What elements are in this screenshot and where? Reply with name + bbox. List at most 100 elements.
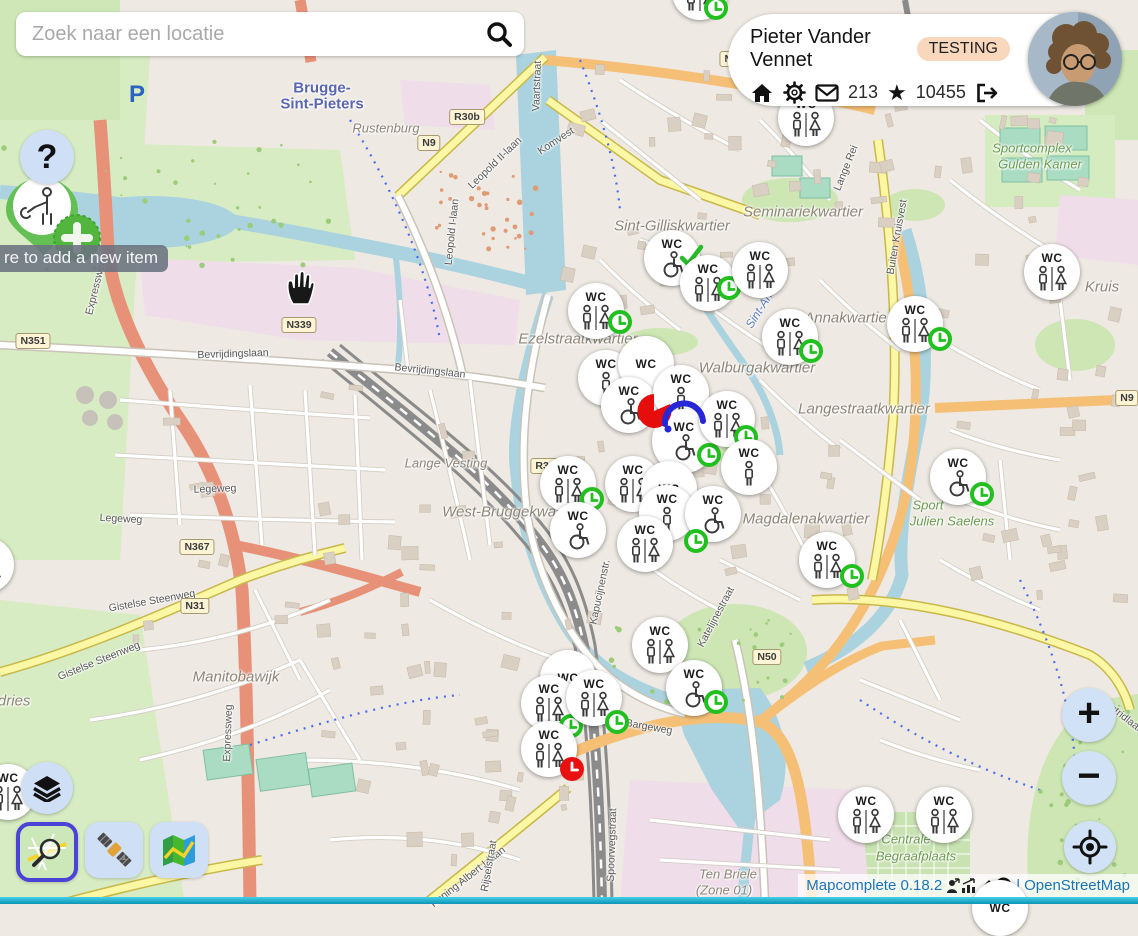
layers-icon [33, 775, 61, 802]
road-ref-badge: N9 [417, 135, 440, 151]
folded-map-icon [161, 833, 197, 867]
message-count: 213 [848, 82, 878, 103]
plus-icon: + [1077, 693, 1100, 733]
road-ref-badge: N50 [752, 649, 781, 665]
map-label: Ten Briele [699, 867, 757, 882]
map-label: Annakwartier [804, 310, 892, 327]
wc-marker-label: WC [657, 493, 678, 505]
wc-marker-label: WC [623, 464, 644, 476]
wc-marker-label: WC [905, 304, 926, 316]
help-label: ? [37, 138, 58, 177]
wc-marker-male-female[interactable]: WC [732, 242, 788, 298]
crosshair-icon [1072, 829, 1108, 865]
opening-hours-badge-clock-closed [559, 756, 585, 782]
map-label: Gulden Kamer [998, 157, 1082, 172]
wc-marker-label: WC [817, 540, 838, 552]
wc-marker-male-female[interactable]: WC [838, 787, 894, 843]
wc-marker-label: WC [934, 795, 955, 807]
wc-marker-label: WC [584, 678, 605, 690]
opening-hours-badge-clock-open [683, 528, 709, 554]
map-label: Lange Vesting [405, 456, 488, 471]
wc-marker-label: WC [539, 729, 560, 741]
wc-marker-label: WC [739, 447, 760, 459]
map-label: Seminariekwartier [743, 204, 863, 221]
wc-marker-male-female[interactable]: WC [916, 787, 972, 843]
map-label: Rustenburg [352, 121, 419, 136]
attribution-bar: Mapcomplete 0.18.2 | OpenStreetMap [798, 874, 1138, 897]
home-icon[interactable] [750, 82, 774, 104]
background-option-osm[interactable] [16, 822, 78, 882]
opening-hours-badge-clock-open [607, 309, 633, 335]
opening-hours-badge-clock-open [927, 326, 953, 352]
wc-marker-label: WC [780, 317, 801, 329]
wc-marker-label: WC [1042, 252, 1063, 264]
map-label: Langestraatkwartier [798, 401, 930, 418]
search-input[interactable] [16, 23, 484, 46]
arc-marker-blue[interactable] [658, 394, 710, 436]
map-label: Sportcomplex [992, 141, 1071, 156]
wc-marker-label: WC [671, 373, 692, 385]
background-option-map[interactable] [150, 822, 208, 878]
opening-hours-badge-clock-open [703, 0, 729, 21]
wc-marker-label: WC [539, 683, 560, 695]
map-label: Manitobawijk [193, 669, 280, 686]
wc-marker-label: WC [586, 291, 607, 303]
testing-badge: TESTING [917, 37, 1010, 61]
wc-marker-plain[interactable]: WC [972, 880, 1028, 936]
opening-hours-badge-clock-open [839, 563, 865, 589]
messages-icon[interactable] [815, 84, 839, 102]
gear-icon[interactable] [783, 81, 806, 104]
map-label: Sport [912, 498, 943, 513]
road-ref-badge: N367 [179, 539, 214, 555]
help-button[interactable]: ? [20, 130, 74, 184]
road-ref-badge: N339 [281, 317, 316, 333]
satellite-icon [95, 831, 133, 869]
geolocate-button[interactable] [1064, 821, 1116, 873]
wc-marker-male-female[interactable]: WC [1024, 244, 1080, 300]
opening-hours-badge-clock-open [696, 442, 722, 468]
app-version-link[interactable]: Mapcomplete 0.18.2 [806, 877, 942, 894]
wc-marker-label: WC [558, 464, 579, 476]
map-label: Legeweg [193, 482, 236, 495]
wc-marker-single[interactable]: WC [721, 439, 777, 495]
statistics-icon[interactable] [961, 878, 977, 894]
search-bar[interactable] [16, 12, 524, 56]
user-name: Pieter Vander Vennet [750, 26, 907, 72]
add-item-tooltip: re to add a new item [0, 245, 168, 272]
wc-marker-label: WC [596, 358, 617, 370]
wc-marker-label: WC [948, 457, 969, 469]
zoom-in-button[interactable]: + [1062, 688, 1116, 742]
bottom-accent-strip [0, 897, 1138, 904]
layers-button[interactable] [21, 762, 73, 814]
map-label: Expressweg [221, 704, 235, 762]
osm-link[interactable]: OpenStreetMap [1024, 877, 1130, 894]
wc-marker-male-female[interactable]: WC [617, 516, 673, 572]
map-label: Begraafplaats [876, 849, 956, 864]
road-ref-badge: R30b [449, 109, 485, 125]
opening-hours-badge-clock-open [604, 709, 630, 735]
map-label: Julien Saelens [910, 514, 995, 529]
background-option-satellite[interactable] [85, 822, 143, 878]
star-count: 10455 [916, 82, 966, 103]
avatar[interactable] [1028, 12, 1122, 106]
wc-marker-label: WC [703, 494, 724, 506]
user-stats-icon[interactable] [946, 878, 960, 894]
map-label: Spoorwegstraat [605, 808, 620, 882]
logout-icon[interactable] [975, 82, 1000, 104]
wc-marker-label: WC [684, 668, 705, 680]
map-label: Bevrijdingslaan [197, 347, 269, 361]
parking-icon: P [129, 81, 145, 109]
road-ref-badge: N9 [1115, 390, 1138, 406]
opening-hours-badge-clock-open [703, 689, 729, 715]
background-layer-switcher [16, 822, 208, 882]
map-label: Vaartstraat [530, 61, 544, 112]
wc-marker-wheelchair[interactable]: WC [550, 502, 606, 558]
zoom-out-button[interactable]: − [1062, 751, 1116, 805]
hand-cursor-icon [281, 268, 319, 308]
wc-marker-label: WC [717, 399, 738, 411]
road-ref-badge: N351 [15, 333, 50, 349]
map-label: Kruis [1085, 279, 1119, 296]
search-icon[interactable] [484, 19, 514, 49]
map-label: Legeweg [99, 512, 142, 526]
wc-marker-label: WC [636, 358, 657, 370]
